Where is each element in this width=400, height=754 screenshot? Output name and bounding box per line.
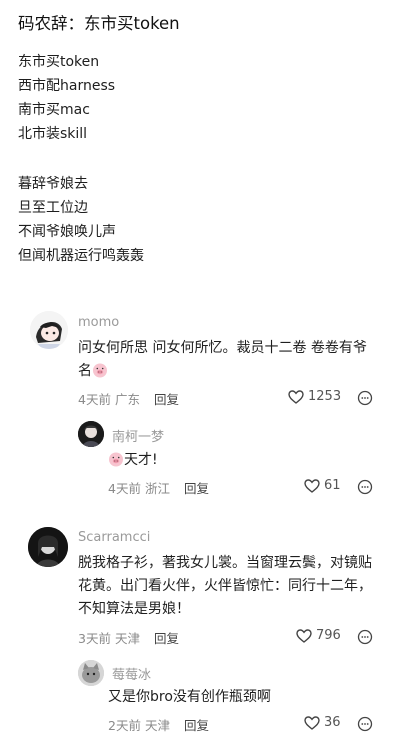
stanza-1: 东市买token 西市配harness 南市买mac 北市装skill — [18, 50, 388, 146]
post: 码农辞：东市买token 东市买token 西市配harness 南市买mac … — [18, 12, 388, 268]
reply-text: 天才! — [108, 449, 158, 472]
poem-line: 南市买mac — [18, 102, 90, 118]
comment-meta: 4天前 广东 回复 — [78, 389, 179, 408]
reply-meta: 4天前 浙江 回复 — [108, 478, 209, 497]
cat-avatar-icon — [78, 660, 104, 686]
reply-button[interactable]: 回复 — [154, 392, 179, 407]
reply-button[interactable]: 回复 — [184, 718, 209, 733]
poem-line: 不闻爷娘唤儿声 — [18, 224, 116, 240]
reply-time: 4天前 — [108, 481, 141, 496]
comment-text: 脱我格子衫，著我女儿裳。当窗理云鬓，对镜贴花黄。出门看火伴，火伴皆惊忙：同行十二… — [78, 555, 372, 617]
anime-avatar-icon — [30, 311, 68, 349]
comment-icon[interactable] — [357, 390, 373, 406]
comment-icon[interactable] — [357, 629, 373, 645]
avatar[interactable] — [78, 660, 104, 686]
like-button[interactable]: 796 — [296, 628, 341, 643]
reply-time: 2天前 — [108, 718, 141, 733]
reply-text-content: 又是你bro没有创作瓶颈啊 — [108, 689, 271, 705]
comment-time: 4天前 — [78, 392, 111, 407]
comment-time: 3天前 — [78, 631, 111, 646]
like-button[interactable]: 36 — [304, 715, 341, 730]
reply-button[interactable]: 回复 — [184, 481, 209, 496]
comment-location: 广东 — [114, 392, 140, 407]
heart-icon — [288, 389, 304, 404]
like-count: 796 — [316, 628, 341, 643]
reply-username[interactable]: 莓莓冰 — [112, 664, 151, 683]
heart-icon — [304, 478, 320, 493]
comment-meta: 3天前 天津 回复 — [78, 628, 179, 647]
reply-meta: 2天前 天津 回复 — [108, 715, 209, 734]
heart-icon — [296, 628, 312, 643]
poem-line: 但闻机器运行鸣轰轰 — [18, 248, 144, 264]
dark-avatar-icon — [28, 527, 68, 567]
reply-button[interactable]: 回复 — [154, 631, 179, 646]
comment-icon[interactable] — [357, 479, 373, 495]
stanza-2: 暮辞爷娘去 旦至工位边 不闻爷娘唤儿声 但闻机器运行鸣轰轰 — [18, 172, 388, 268]
comment-icon[interactable] — [357, 716, 373, 732]
comment-text-content: 问女何所思 问女何所忆。裁员十二卷 卷卷有爷名 — [78, 340, 367, 379]
poem-line: 旦至工位边 — [18, 200, 88, 216]
reply-location: 浙江 — [144, 481, 170, 496]
poem-line: 暮辞爷娘去 — [18, 176, 88, 192]
poem-line: 北市装skill — [18, 126, 88, 142]
avatar[interactable] — [28, 527, 68, 567]
like-button[interactable]: 1253 — [288, 389, 341, 404]
heart-icon — [304, 715, 320, 730]
like-count: 61 — [324, 478, 341, 493]
dark-avatar-icon — [78, 421, 104, 447]
reply-location: 天津 — [144, 718, 170, 733]
reply-text: 又是你bro没有创作瓶颈啊 — [108, 686, 271, 709]
reply-text-content: 天才! — [124, 452, 158, 468]
post-title: 码农辞：东市买token — [18, 14, 180, 33]
pig-emoji-icon — [108, 451, 124, 467]
comment-location: 天津 — [114, 631, 140, 646]
like-button[interactable]: 61 — [304, 478, 341, 493]
comment-username[interactable]: momo — [78, 315, 119, 330]
comment-username[interactable]: Scarramcci — [78, 530, 150, 545]
comment-text: 问女何所思 问女何所忆。裁员十二卷 卷卷有爷名 — [78, 337, 378, 383]
reply-username[interactable]: 南柯一梦 — [112, 426, 164, 445]
avatar[interactable] — [78, 421, 104, 447]
poem-line: 东市买token — [18, 54, 100, 70]
like-count: 1253 — [308, 389, 342, 404]
pig-emoji-icon — [92, 362, 108, 378]
avatar[interactable] — [30, 311, 68, 349]
poem-line: 西市配harness — [18, 78, 116, 94]
like-count: 36 — [324, 715, 341, 730]
